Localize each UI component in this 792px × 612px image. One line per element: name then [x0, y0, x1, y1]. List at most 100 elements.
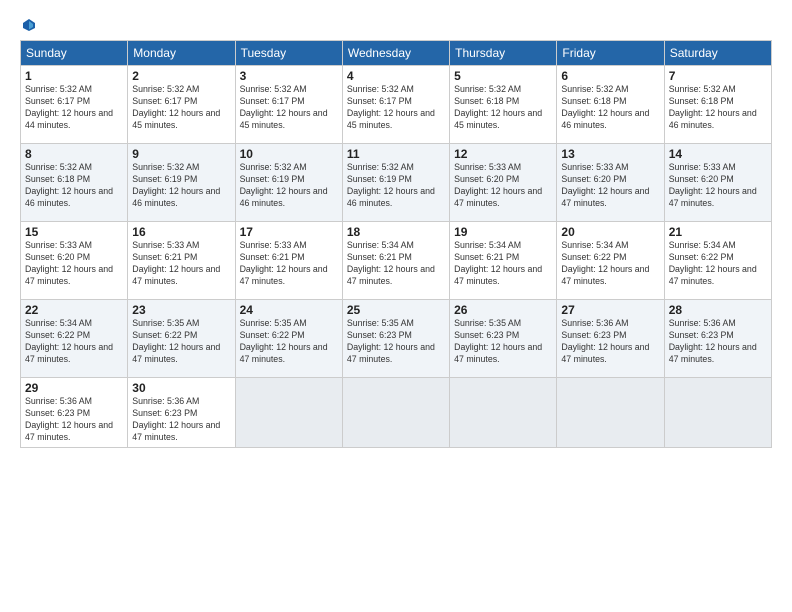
calendar-cell: 8 Sunrise: 5:32 AM Sunset: 6:18 PM Dayli… [21, 144, 128, 222]
day-detail: Sunrise: 5:32 AM Sunset: 6:19 PM Dayligh… [240, 162, 338, 210]
day-detail: Sunrise: 5:32 AM Sunset: 6:17 PM Dayligh… [347, 84, 445, 132]
day-detail: Sunrise: 5:32 AM Sunset: 6:17 PM Dayligh… [25, 84, 123, 132]
day-detail: Sunrise: 5:32 AM Sunset: 6:19 PM Dayligh… [132, 162, 230, 210]
day-number: 16 [132, 225, 230, 239]
day-detail: Sunrise: 5:34 AM Sunset: 6:22 PM Dayligh… [669, 240, 767, 288]
day-number: 12 [454, 147, 552, 161]
calendar-cell: 29 Sunrise: 5:36 AM Sunset: 6:23 PM Dayl… [21, 378, 128, 448]
calendar-cell: 18 Sunrise: 5:34 AM Sunset: 6:21 PM Dayl… [342, 222, 449, 300]
day-number: 15 [25, 225, 123, 239]
calendar-cell: 3 Sunrise: 5:32 AM Sunset: 6:17 PM Dayli… [235, 66, 342, 144]
day-number: 22 [25, 303, 123, 317]
weekday-header: Wednesday [342, 41, 449, 66]
logo-icon [22, 18, 36, 32]
day-number: 5 [454, 69, 552, 83]
day-detail: Sunrise: 5:35 AM Sunset: 6:23 PM Dayligh… [347, 318, 445, 366]
day-number: 8 [25, 147, 123, 161]
calendar-cell [664, 378, 771, 448]
header [20, 18, 772, 32]
calendar-table: SundayMondayTuesdayWednesdayThursdayFrid… [20, 40, 772, 448]
day-detail: Sunrise: 5:32 AM Sunset: 6:18 PM Dayligh… [25, 162, 123, 210]
day-number: 10 [240, 147, 338, 161]
day-number: 13 [561, 147, 659, 161]
calendar-cell: 14 Sunrise: 5:33 AM Sunset: 6:20 PM Dayl… [664, 144, 771, 222]
day-number: 29 [25, 381, 123, 395]
day-number: 11 [347, 147, 445, 161]
day-number: 14 [669, 147, 767, 161]
day-detail: Sunrise: 5:36 AM Sunset: 6:23 PM Dayligh… [669, 318, 767, 366]
day-detail: Sunrise: 5:32 AM Sunset: 6:17 PM Dayligh… [240, 84, 338, 132]
calendar-cell: 1 Sunrise: 5:32 AM Sunset: 6:17 PM Dayli… [21, 66, 128, 144]
day-detail: Sunrise: 5:32 AM Sunset: 6:17 PM Dayligh… [132, 84, 230, 132]
day-number: 3 [240, 69, 338, 83]
day-detail: Sunrise: 5:34 AM Sunset: 6:21 PM Dayligh… [454, 240, 552, 288]
calendar-cell: 12 Sunrise: 5:33 AM Sunset: 6:20 PM Dayl… [450, 144, 557, 222]
calendar-cell: 6 Sunrise: 5:32 AM Sunset: 6:18 PM Dayli… [557, 66, 664, 144]
calendar-cell: 23 Sunrise: 5:35 AM Sunset: 6:22 PM Dayl… [128, 300, 235, 378]
calendar-cell: 22 Sunrise: 5:34 AM Sunset: 6:22 PM Dayl… [21, 300, 128, 378]
calendar-cell: 19 Sunrise: 5:34 AM Sunset: 6:21 PM Dayl… [450, 222, 557, 300]
day-number: 20 [561, 225, 659, 239]
calendar-cell: 30 Sunrise: 5:36 AM Sunset: 6:23 PM Dayl… [128, 378, 235, 448]
calendar-cell [557, 378, 664, 448]
day-number: 18 [347, 225, 445, 239]
day-detail: Sunrise: 5:36 AM Sunset: 6:23 PM Dayligh… [25, 396, 123, 444]
day-detail: Sunrise: 5:34 AM Sunset: 6:21 PM Dayligh… [347, 240, 445, 288]
day-number: 28 [669, 303, 767, 317]
weekday-header: Friday [557, 41, 664, 66]
day-number: 9 [132, 147, 230, 161]
calendar-cell [450, 378, 557, 448]
weekday-header: Saturday [664, 41, 771, 66]
day-number: 23 [132, 303, 230, 317]
calendar-cell: 4 Sunrise: 5:32 AM Sunset: 6:17 PM Dayli… [342, 66, 449, 144]
day-detail: Sunrise: 5:36 AM Sunset: 6:23 PM Dayligh… [132, 396, 230, 444]
calendar-cell: 15 Sunrise: 5:33 AM Sunset: 6:20 PM Dayl… [21, 222, 128, 300]
calendar-cell: 26 Sunrise: 5:35 AM Sunset: 6:23 PM Dayl… [450, 300, 557, 378]
day-detail: Sunrise: 5:33 AM Sunset: 6:20 PM Dayligh… [669, 162, 767, 210]
day-detail: Sunrise: 5:32 AM Sunset: 6:19 PM Dayligh… [347, 162, 445, 210]
calendar-cell: 21 Sunrise: 5:34 AM Sunset: 6:22 PM Dayl… [664, 222, 771, 300]
day-detail: Sunrise: 5:35 AM Sunset: 6:23 PM Dayligh… [454, 318, 552, 366]
day-number: 30 [132, 381, 230, 395]
day-detail: Sunrise: 5:35 AM Sunset: 6:22 PM Dayligh… [240, 318, 338, 366]
calendar-cell: 11 Sunrise: 5:32 AM Sunset: 6:19 PM Dayl… [342, 144, 449, 222]
weekday-header: Thursday [450, 41, 557, 66]
calendar-cell: 17 Sunrise: 5:33 AM Sunset: 6:21 PM Dayl… [235, 222, 342, 300]
day-number: 4 [347, 69, 445, 83]
weekday-header: Monday [128, 41, 235, 66]
calendar-cell: 20 Sunrise: 5:34 AM Sunset: 6:22 PM Dayl… [557, 222, 664, 300]
day-number: 24 [240, 303, 338, 317]
calendar-cell: 7 Sunrise: 5:32 AM Sunset: 6:18 PM Dayli… [664, 66, 771, 144]
day-number: 26 [454, 303, 552, 317]
day-number: 25 [347, 303, 445, 317]
day-number: 27 [561, 303, 659, 317]
day-number: 1 [25, 69, 123, 83]
day-number: 17 [240, 225, 338, 239]
calendar-cell [342, 378, 449, 448]
day-detail: Sunrise: 5:34 AM Sunset: 6:22 PM Dayligh… [561, 240, 659, 288]
day-detail: Sunrise: 5:36 AM Sunset: 6:23 PM Dayligh… [561, 318, 659, 366]
calendar-cell: 2 Sunrise: 5:32 AM Sunset: 6:17 PM Dayli… [128, 66, 235, 144]
calendar-cell [235, 378, 342, 448]
day-detail: Sunrise: 5:32 AM Sunset: 6:18 PM Dayligh… [669, 84, 767, 132]
weekday-header: Sunday [21, 41, 128, 66]
day-number: 6 [561, 69, 659, 83]
calendar-cell: 27 Sunrise: 5:36 AM Sunset: 6:23 PM Dayl… [557, 300, 664, 378]
calendar-cell: 9 Sunrise: 5:32 AM Sunset: 6:19 PM Dayli… [128, 144, 235, 222]
day-detail: Sunrise: 5:34 AM Sunset: 6:22 PM Dayligh… [25, 318, 123, 366]
day-detail: Sunrise: 5:35 AM Sunset: 6:22 PM Dayligh… [132, 318, 230, 366]
calendar-cell: 24 Sunrise: 5:35 AM Sunset: 6:22 PM Dayl… [235, 300, 342, 378]
logo [20, 18, 36, 32]
day-detail: Sunrise: 5:33 AM Sunset: 6:20 PM Dayligh… [454, 162, 552, 210]
calendar-cell: 5 Sunrise: 5:32 AM Sunset: 6:18 PM Dayli… [450, 66, 557, 144]
day-detail: Sunrise: 5:32 AM Sunset: 6:18 PM Dayligh… [454, 84, 552, 132]
day-number: 7 [669, 69, 767, 83]
weekday-header: Tuesday [235, 41, 342, 66]
day-number: 21 [669, 225, 767, 239]
calendar-cell: 16 Sunrise: 5:33 AM Sunset: 6:21 PM Dayl… [128, 222, 235, 300]
day-detail: Sunrise: 5:33 AM Sunset: 6:20 PM Dayligh… [561, 162, 659, 210]
calendar-cell: 28 Sunrise: 5:36 AM Sunset: 6:23 PM Dayl… [664, 300, 771, 378]
day-detail: Sunrise: 5:33 AM Sunset: 6:21 PM Dayligh… [240, 240, 338, 288]
page: SundayMondayTuesdayWednesdayThursdayFrid… [0, 0, 792, 612]
day-detail: Sunrise: 5:32 AM Sunset: 6:18 PM Dayligh… [561, 84, 659, 132]
